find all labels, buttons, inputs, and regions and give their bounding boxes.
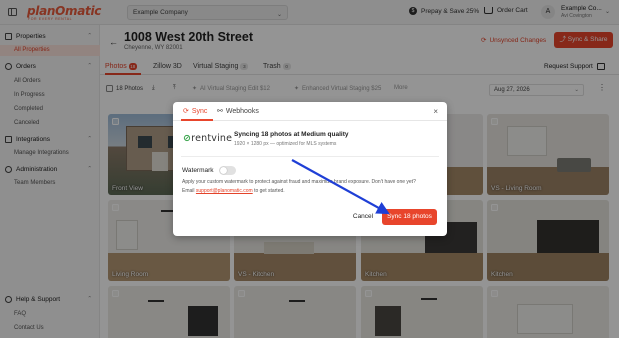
rentvine-wordmark: rentvine bbox=[191, 133, 233, 144]
dialog-tabs: ⟳ Sync ⚯ Webhooks × bbox=[173, 102, 447, 121]
tab-webhooks[interactable]: ⚯ Webhooks bbox=[217, 107, 259, 116]
sync-dialog: ⟳ Sync ⚯ Webhooks × ⊘rentvine Syncing 18… bbox=[173, 102, 447, 236]
divider bbox=[181, 156, 439, 157]
rentvine-mark-icon: ⊘ bbox=[183, 133, 192, 144]
close-icon[interactable]: × bbox=[433, 107, 438, 116]
tab-label: Webhooks bbox=[225, 107, 259, 115]
watermark-email-note: Email support@planomatic.com to get star… bbox=[182, 188, 285, 194]
sync-photos-button[interactable]: Sync 18 photos bbox=[382, 209, 437, 225]
cancel-button[interactable]: Cancel bbox=[348, 210, 378, 224]
sync-summary-title: Syncing 18 photos at Medium quality bbox=[234, 131, 349, 138]
sync-summary-detail: 1920 × 1280 px — optimized for MLS syste… bbox=[234, 141, 337, 147]
watermark-description: Apply your custom watermark to protect a… bbox=[182, 179, 416, 185]
support-email-link[interactable]: support@planomatic.com bbox=[196, 188, 253, 194]
webhook-icon: ⚯ bbox=[217, 108, 223, 115]
email-suffix: to get started. bbox=[252, 188, 285, 194]
tab-sync[interactable]: ⟳ Sync bbox=[183, 107, 208, 116]
sync-icon: ⟳ bbox=[183, 108, 189, 115]
email-prefix: Email bbox=[182, 188, 196, 194]
watermark-toggle[interactable] bbox=[219, 166, 236, 175]
active-tab-indicator bbox=[181, 119, 213, 121]
tab-label: Sync bbox=[191, 107, 208, 115]
watermark-label: Watermark bbox=[182, 167, 214, 174]
rentvine-logo: ⊘rentvine bbox=[183, 133, 232, 144]
